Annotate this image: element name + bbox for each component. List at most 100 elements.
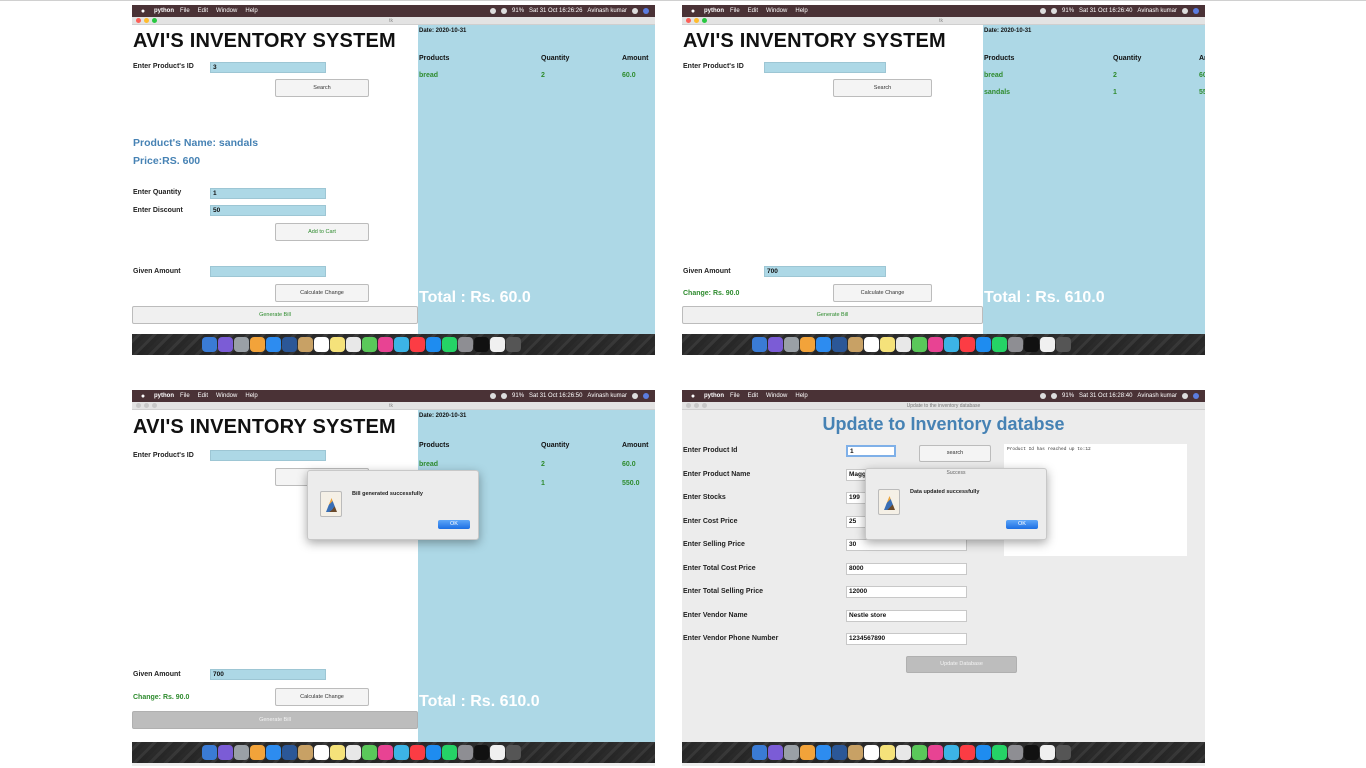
- photos-icon[interactable]: [928, 745, 943, 760]
- safari-icon[interactable]: [266, 337, 281, 352]
- messages-icon[interactable]: [394, 745, 409, 760]
- spotlight-icon[interactable]: [1182, 8, 1188, 14]
- generate-bill-button[interactable]: Generate Bill: [132, 306, 418, 324]
- volume-icon[interactable]: [501, 8, 508, 14]
- given-amount-input[interactable]: 700: [764, 266, 886, 277]
- apple-menu-icon[interactable]: ●: [138, 393, 148, 400]
- notes-icon[interactable]: [880, 745, 895, 760]
- contacts-icon[interactable]: [848, 337, 863, 352]
- whatsapp-icon[interactable]: [442, 745, 457, 760]
- terminal-icon[interactable]: [474, 745, 489, 760]
- menu-help[interactable]: Help: [795, 8, 807, 14]
- user-name[interactable]: Avinash kumar: [1137, 8, 1177, 14]
- terminal-icon[interactable]: [1024, 337, 1039, 352]
- calendar-icon[interactable]: [864, 745, 879, 760]
- notes-icon[interactable]: [330, 745, 345, 760]
- menu-file[interactable]: File: [180, 8, 190, 14]
- menu-app-name[interactable]: python: [704, 393, 724, 399]
- chrome-icon[interactable]: [800, 745, 815, 760]
- music-icon[interactable]: [960, 337, 975, 352]
- calculate-change-button[interactable]: Calculate Change: [275, 688, 369, 706]
- calendar-icon[interactable]: [864, 337, 879, 352]
- close-window-icon[interactable]: [136, 403, 141, 408]
- menu-edit[interactable]: Edit: [198, 8, 208, 14]
- system-preferences-icon[interactable]: [1008, 337, 1023, 352]
- music-icon[interactable]: [960, 745, 975, 760]
- menu-help[interactable]: Help: [795, 393, 807, 399]
- generate-bill-button[interactable]: Generate Bill: [682, 306, 983, 324]
- launchpad-icon[interactable]: [784, 337, 799, 352]
- system-preferences-icon[interactable]: [458, 337, 473, 352]
- siri-dock-icon[interactable]: [768, 745, 783, 760]
- calculate-change-button[interactable]: Calculate Change: [275, 284, 369, 302]
- maps-icon[interactable]: [912, 337, 927, 352]
- menu-edit[interactable]: Edit: [198, 393, 208, 399]
- user-name[interactable]: Avinash kumar: [587, 8, 627, 14]
- volume-icon[interactable]: [1051, 8, 1058, 14]
- music-icon[interactable]: [410, 745, 425, 760]
- apple-menu-icon[interactable]: ●: [688, 8, 698, 15]
- close-window-icon[interactable]: [686, 18, 691, 23]
- volume-icon[interactable]: [1051, 393, 1058, 399]
- photos-icon[interactable]: [378, 337, 393, 352]
- generate-bill-button[interactable]: Generate Bill: [132, 711, 418, 729]
- app-store-icon[interactable]: [976, 745, 991, 760]
- siri-dock-icon[interactable]: [218, 745, 233, 760]
- vendor-phone-field[interactable]: 1234567890: [846, 633, 967, 645]
- maps-icon[interactable]: [912, 745, 927, 760]
- contacts-icon[interactable]: [298, 745, 313, 760]
- wifi-icon[interactable]: [490, 393, 497, 399]
- safari-icon[interactable]: [816, 337, 831, 352]
- document-icon[interactable]: [490, 337, 505, 352]
- wifi-icon[interactable]: [1040, 393, 1047, 399]
- minimize-window-icon[interactable]: [144, 403, 149, 408]
- word-icon[interactable]: [832, 745, 847, 760]
- zoom-window-icon[interactable]: [702, 18, 707, 23]
- product-id-input[interactable]: [764, 62, 886, 73]
- menu-edit[interactable]: Edit: [748, 8, 758, 14]
- siri-icon[interactable]: [643, 8, 649, 14]
- menu-file[interactable]: File: [730, 393, 740, 399]
- menu-app-name[interactable]: python: [704, 8, 724, 14]
- vendor-name-field[interactable]: Nestle store: [846, 610, 967, 622]
- siri-icon[interactable]: [643, 393, 649, 399]
- app-store-icon[interactable]: [976, 337, 991, 352]
- document-icon[interactable]: [1040, 745, 1055, 760]
- trash-icon[interactable]: [506, 745, 521, 760]
- clock[interactable]: Sat 31 Oct 16:26:40: [1079, 8, 1132, 14]
- terminal-icon[interactable]: [1024, 745, 1039, 760]
- launchpad-icon[interactable]: [234, 337, 249, 352]
- product-id-input[interactable]: [210, 450, 326, 461]
- spotlight-icon[interactable]: [632, 8, 638, 14]
- menu-app-name[interactable]: python: [154, 8, 174, 14]
- whatsapp-icon[interactable]: [992, 745, 1007, 760]
- clock[interactable]: Sat 31 Oct 16:28:40: [1079, 393, 1132, 399]
- total-selling-price-field[interactable]: 12000: [846, 586, 967, 598]
- calendar-icon[interactable]: [314, 337, 329, 352]
- siri-icon[interactable]: [1193, 393, 1199, 399]
- document-icon[interactable]: [1040, 337, 1055, 352]
- contacts-icon[interactable]: [848, 745, 863, 760]
- zoom-window-icon[interactable]: [152, 18, 157, 23]
- trash-icon[interactable]: [1056, 745, 1071, 760]
- word-icon[interactable]: [282, 745, 297, 760]
- quantity-input[interactable]: 1: [210, 188, 326, 199]
- whatsapp-icon[interactable]: [442, 337, 457, 352]
- spotlight-icon[interactable]: [1182, 393, 1188, 399]
- given-amount-input[interactable]: 700: [210, 669, 326, 680]
- minimize-window-icon[interactable]: [694, 18, 699, 23]
- siri-dock-icon[interactable]: [768, 337, 783, 352]
- launchpad-icon[interactable]: [234, 745, 249, 760]
- menu-app-name[interactable]: python: [154, 393, 174, 399]
- zoom-window-icon[interactable]: [152, 403, 157, 408]
- wifi-icon[interactable]: [1040, 8, 1047, 14]
- search-button[interactable]: Search: [833, 79, 932, 97]
- given-amount-input[interactable]: [210, 266, 326, 277]
- clock[interactable]: Sat 31 Oct 16:26:50: [529, 393, 582, 399]
- app-store-icon[interactable]: [426, 745, 441, 760]
- menu-window[interactable]: Window: [766, 8, 787, 14]
- minimize-window-icon[interactable]: [144, 18, 149, 23]
- contacts-icon[interactable]: [298, 337, 313, 352]
- notes-icon[interactable]: [330, 337, 345, 352]
- calendar-icon[interactable]: [314, 745, 329, 760]
